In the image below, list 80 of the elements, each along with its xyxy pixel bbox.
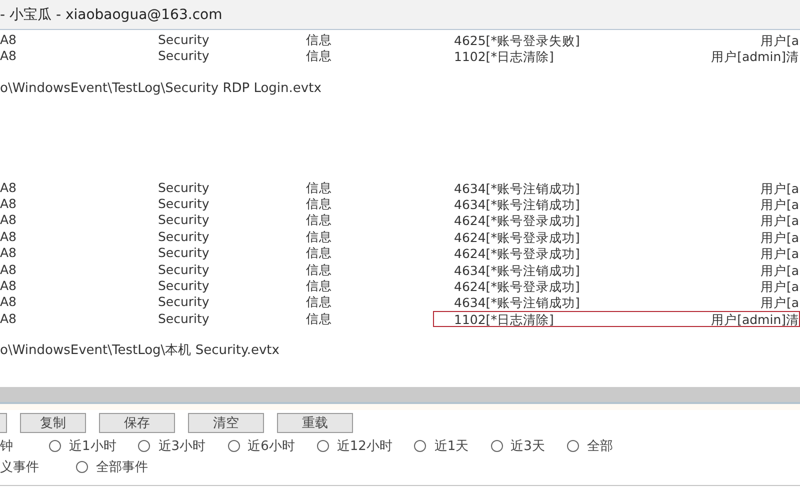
log-cell-text: Security (158, 212, 210, 229)
log-cell-text: A8 (0, 278, 18, 294)
log-cell-text: 用户[a (759, 262, 799, 277)
log-cell-text: A8 (0, 245, 18, 262)
radio-circle-icon[interactable] (316, 440, 329, 452)
log-cell-text: 信息 (306, 310, 333, 328)
log-cell-text: 用户[a (759, 278, 799, 294)
log-cell-text: 4624[*账号登录成功] (454, 246, 581, 261)
log-cell-text: Security (158, 228, 210, 246)
log-cell-text: 4625[*账号登录失败] (454, 33, 581, 48)
log-cell-text: 用户[a (759, 196, 799, 212)
log-cell-text: A8 (0, 196, 18, 212)
radio-circle-icon[interactable] (490, 440, 503, 452)
radio-option[interactable]: 义事件 (0, 458, 76, 476)
log-cell-text: 4634[*账号注销成功] (454, 262, 581, 277)
log-cell-text: 信息 (306, 212, 333, 229)
log-cell-text: A8 (0, 310, 18, 328)
log-cell-text: 信息 (306, 48, 333, 65)
log-cell-text: 信息 (306, 32, 333, 48)
file-path: o\WindowsEvent\TestLog\Security RDP Login.evtx (0, 81, 322, 98)
log-cell-text: 信息 (306, 180, 333, 196)
radio-option[interactable]: 近1小时 (49, 436, 116, 454)
log-cell-text: 1102[*日志清除] (454, 312, 555, 326)
log-cell-text: 信息 (306, 245, 333, 262)
radio-circle-icon[interactable] (566, 440, 579, 452)
log-cell-text: 4624[*账号登录成功] (454, 213, 581, 228)
log-cell-text: 用户[admin]清 (710, 312, 799, 326)
radio-option[interactable]: 全部事件 (76, 458, 148, 476)
log-cell-text: 用户[admin]清 (710, 49, 799, 64)
log-cell-text: 信息 (306, 294, 333, 311)
file-path: o\WindowsEvent\TestLog\本机 Security.evtx (0, 343, 280, 360)
log-cell-text: 用户[a (759, 33, 799, 48)
log-cell-text: 用户[a (759, 180, 799, 195)
log-cell-text: 信息 (306, 228, 333, 246)
log-cell-text: 4634[*账号注销成功] (454, 295, 581, 310)
window-title: - 小宝瓜 - xiaobaogua@163.com (0, 6, 222, 24)
log-cell-text: A8 (0, 294, 18, 311)
log-cell-text: A8 (0, 180, 18, 196)
log-cell-text: 用户[a (759, 246, 799, 261)
log-cell-text: 用户[a (759, 230, 799, 244)
log-cell-text: Security (158, 196, 210, 212)
log-cell-text: 4634[*账号注销成功] (454, 196, 581, 212)
log-cell-text: A8 (0, 48, 18, 65)
action-button[interactable]: 清空 (188, 413, 264, 433)
log-cell-text: Security (158, 180, 210, 196)
action-button[interactable]: 保存 (99, 413, 175, 433)
radio-option[interactable]: 全部 (566, 436, 613, 454)
log-cell-text: A8 (0, 228, 18, 246)
log-cell-text: 信息 (306, 278, 333, 294)
log-cell-text: 4634[*账号注销成功] (454, 180, 581, 195)
radio-option[interactable]: 近3天 (490, 436, 545, 454)
log-cell-text: 1102[*日志清除] (454, 49, 555, 64)
log-cell-text: 信息 (306, 196, 333, 212)
log-cell-text: Security (158, 262, 210, 278)
log-cell-text: 用户[a (759, 213, 799, 228)
log-cell-text: Security (158, 310, 210, 328)
action-button[interactable]: 重载 (277, 413, 353, 433)
log-cell-text: 信息 (306, 262, 333, 278)
log-cell-text: Security (158, 48, 210, 65)
log-cell-text: Security (158, 294, 210, 311)
radio-circle-icon[interactable] (414, 440, 426, 452)
radio-option[interactable]: 近6小时 (228, 436, 295, 454)
log-cell-text: 用户[a (759, 295, 799, 310)
log-cell-text: A8 (0, 32, 18, 48)
log-cell-text: Security (158, 245, 210, 262)
log-cell-text: Security (158, 32, 210, 48)
radio-option[interactable]: 近12小时 (316, 436, 392, 454)
log-cell-text: Security (158, 278, 210, 294)
radio-option[interactable]: 近1天 (414, 436, 469, 454)
action-button[interactable]: 复制 (20, 413, 86, 433)
log-cell-text: 4624[*账号登录成功] (454, 278, 581, 294)
radio-circle-icon[interactable] (49, 440, 61, 452)
radio-option[interactable]: 近3小时 (138, 436, 206, 454)
radio-circle-icon[interactable] (138, 440, 150, 452)
radio-circle-icon[interactable] (228, 440, 240, 452)
log-cell-text: A8 (0, 212, 18, 229)
radio-circle-icon[interactable] (76, 460, 88, 472)
log-cell-text: A8 (0, 262, 18, 278)
log-cell-text: 4624[*账号登录成功] (454, 230, 581, 244)
radio-option[interactable]: 钟 (0, 436, 49, 454)
